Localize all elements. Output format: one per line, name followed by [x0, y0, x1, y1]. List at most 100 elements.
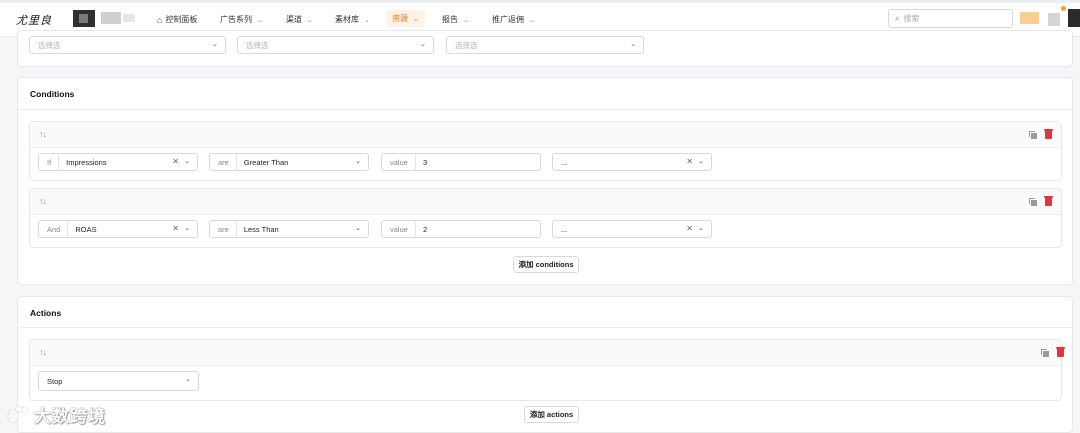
search-icon: ⌕ [895, 13, 900, 23]
nav-item-rebates[interactable]: 推广返佣 ⌄ [492, 14, 535, 25]
watermark: 大数跨境 [8, 402, 106, 427]
nav-label: 推广返佣 [492, 15, 524, 24]
app-logo[interactable]: 尤里良 [16, 12, 52, 28]
chevron-down-icon: ⌄ [257, 16, 263, 24]
value-prefix: value [390, 154, 416, 170]
value-text: 3 [422, 157, 428, 167]
nav-label: 报告 [442, 15, 458, 24]
nav-label: 广告系列 [220, 15, 252, 24]
chevron-down-icon: ⌄ [630, 41, 636, 48]
copy-icon[interactable] [1028, 130, 1038, 140]
chevron-down-icon: ⌄ [184, 158, 190, 165]
select-placeholder: 选择选 [246, 40, 269, 50]
conditions-card: Conditions ↑↓ If Impressions ✕ ⌄ are Gre… [17, 77, 1073, 285]
blurred-account-extra [123, 14, 135, 22]
watermark-text: 大数跨境 [34, 407, 106, 426]
divider [18, 327, 1072, 328]
chevron-down-icon: ⌄ [698, 225, 704, 232]
value-input[interactable]: value 3 [381, 153, 541, 171]
select-placeholder: 选择选 [455, 40, 478, 50]
operator-prefix: are [218, 221, 237, 237]
filter-card: 选择选 ⌄ 选择选 ⌄ 选择选 ⌄ [17, 30, 1073, 67]
blurred-balance-badge[interactable] [1020, 12, 1039, 24]
nav-item-campaigns[interactable]: 广告系列 ⌄ [220, 14, 263, 25]
operator-select[interactable]: are Less Than ⌄ [209, 220, 369, 238]
extra-select[interactable]: ... ✕ ⌄ [552, 153, 712, 171]
extra-value: ... [561, 157, 568, 167]
metric-value: Impressions [66, 157, 107, 167]
blurred-user-avatar[interactable] [1068, 9, 1080, 27]
copy-icon[interactable] [1040, 348, 1050, 358]
delete-icon[interactable] [1056, 346, 1065, 357]
operator-value: Less Than [243, 224, 279, 234]
drag-sort-icon[interactable]: ↑↓ [39, 129, 47, 139]
divider [18, 109, 1072, 110]
value-prefix: value [390, 221, 416, 237]
value-input[interactable]: value 2 [381, 220, 541, 238]
value-text: 2 [422, 224, 428, 234]
home-icon: ⌂ [157, 14, 163, 25]
clear-icon[interactable]: ✕ [686, 157, 693, 166]
filter-select-3[interactable]: 选择选 ⌄ [446, 36, 644, 54]
notification-dot [1061, 6, 1066, 11]
condition-rule-2: ↑↓ And ROAS ✕ ⌄ are Less Than ⌄ value 2 … [29, 188, 1062, 248]
nav-label: 控制面板 [165, 15, 198, 24]
blurred-avatar [73, 10, 95, 27]
clear-icon[interactable]: ✕ [686, 224, 693, 233]
clear-icon[interactable]: ✕ [172, 224, 179, 233]
chevron-down-icon: ⌄ [529, 16, 535, 24]
blurred-account-name [101, 12, 121, 24]
nav-item-channels[interactable]: 渠道 ⌄ [286, 14, 313, 25]
search-placeholder: 搜索 [903, 14, 920, 23]
condition-rule-1: ↑↓ If Impressions ✕ ⌄ are Greater Than ⌄… [29, 121, 1062, 181]
chevron-down-icon: ⌄ [463, 16, 469, 24]
chevron-down-icon: ⌄ [413, 15, 419, 23]
clear-icon[interactable]: ✕ [172, 157, 179, 166]
nav-label: 资源 [392, 14, 408, 23]
action-rule-1: ↑↓ Stop ⌄ [29, 339, 1065, 401]
metric-select[interactable]: If Impressions ✕ ⌄ [38, 153, 198, 171]
add-conditions-button[interactable]: 添加 conditions [513, 256, 579, 273]
chevron-down-icon: ⌄ [364, 16, 370, 24]
chevron-down-icon: ⌄ [355, 225, 361, 232]
conditions-title: Conditions [30, 89, 75, 99]
copy-icon[interactable] [1028, 197, 1038, 207]
chevron-down-icon: ⌄ [355, 158, 361, 165]
actions-title: Actions [30, 308, 62, 318]
delete-icon[interactable] [1044, 195, 1053, 206]
filter-select-2[interactable]: 选择选 ⌄ [237, 36, 434, 54]
chevron-down-icon: ⌄ [307, 16, 313, 24]
metric-value: ROAS [75, 224, 97, 234]
operator-select[interactable]: are Greater Than ⌄ [209, 153, 369, 171]
chevron-down-icon: ⌄ [212, 41, 218, 48]
nav-item-reports[interactable]: 报告 ⌄ [442, 14, 469, 25]
filter-select-1[interactable]: 选择选 ⌄ [29, 36, 226, 54]
nav-label: 素材库 [335, 15, 359, 24]
select-placeholder: 选择选 [38, 40, 61, 50]
blurred-notification-icon[interactable] [1048, 13, 1060, 26]
action-select[interactable]: Stop ⌄ [38, 371, 199, 391]
watermark-logo-icon [8, 406, 30, 423]
chevron-down-icon: ⌄ [184, 225, 190, 232]
rule-header: ↑↓ [30, 122, 1061, 148]
connector-label: And [47, 221, 69, 237]
search-input[interactable]: ⌕ 搜索 [888, 9, 1013, 28]
chevron-down-icon: ⌄ [698, 158, 704, 165]
metric-select[interactable]: And ROAS ✕ ⌄ [38, 220, 198, 238]
delete-icon[interactable] [1044, 128, 1053, 139]
nav-label: 渠道 [286, 15, 302, 24]
nav-item-assets[interactable]: 素材库 ⌄ [335, 14, 370, 25]
add-actions-button[interactable]: 添加 actions [524, 406, 579, 423]
chevron-down-icon: ⌄ [420, 41, 426, 48]
nav-item-resources[interactable]: 资源 ⌄ [386, 10, 425, 27]
extra-select[interactable]: ... ✕ ⌄ [552, 220, 712, 238]
chevron-down-icon: ⌄ [185, 376, 191, 383]
operator-value: Greater Than [243, 157, 289, 167]
extra-value: ... [561, 224, 568, 234]
drag-sort-icon[interactable]: ↑↓ [39, 196, 47, 206]
actions-card: Actions ↑↓ Stop ⌄ 添加 actions [17, 296, 1073, 433]
rule-header: ↑↓ [30, 189, 1061, 215]
nav-item-dashboard[interactable]: ⌂ 控制面板 [157, 14, 197, 25]
action-value: Stop [47, 376, 63, 386]
drag-sort-icon[interactable]: ↑↓ [39, 347, 47, 357]
